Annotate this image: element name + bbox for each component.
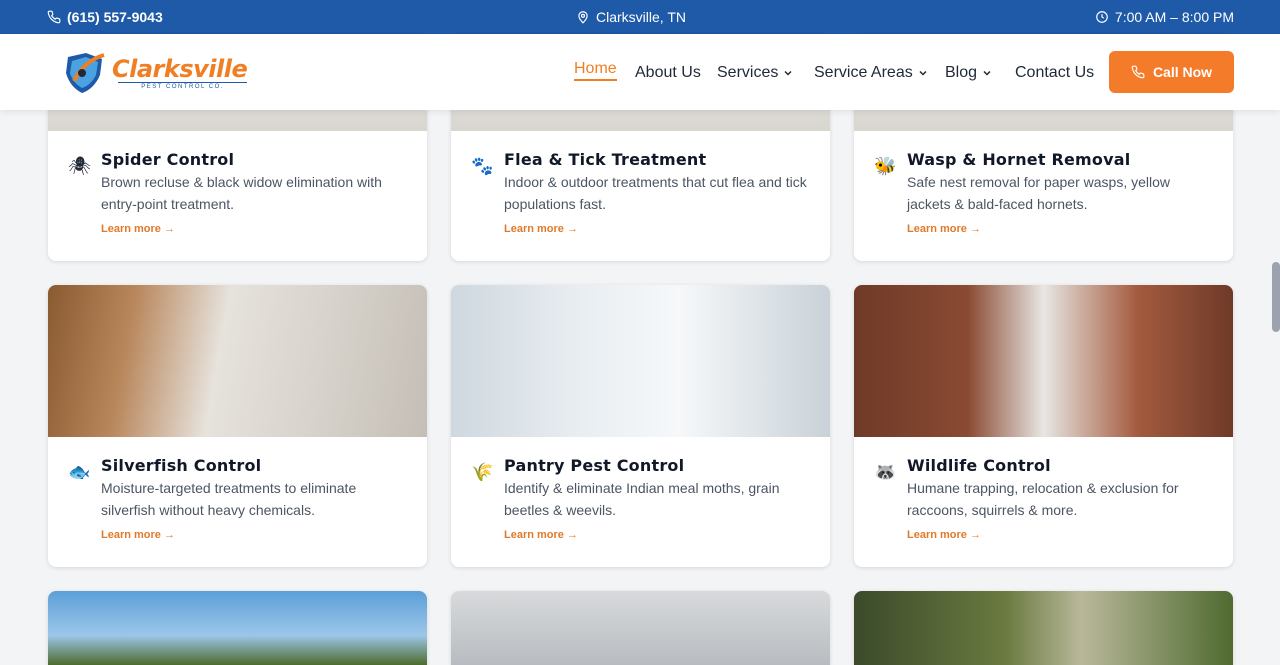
nav-contact-us-label[interactable]: Contact Us	[1015, 64, 1094, 82]
clock-icon	[1096, 11, 1108, 23]
phone-link[interactable]: (615) 557-9043	[47, 0, 163, 34]
nav-blog-label[interactable]: Blog	[945, 64, 977, 82]
chevron-down-icon	[784, 70, 792, 76]
card-title: Flea & Tick Treatment	[504, 150, 707, 169]
scrollbar-thumb[interactable]	[1272, 262, 1280, 332]
service-image	[451, 285, 830, 437]
service-card[interactable]	[451, 591, 830, 665]
call-now-button[interactable]: Call Now	[1109, 51, 1234, 93]
card-title: Spider Control	[101, 150, 235, 169]
spider-icon: 🕷	[68, 156, 91, 176]
service-card-wildlife[interactable]: 🦝 Wildlife Control Humane trapping, relo…	[854, 285, 1233, 567]
logo-subtitle: PEST CONTROL CO.	[118, 82, 248, 90]
site-logo[interactable]: Clarksville PEST CONTROL CO.	[60, 51, 248, 95]
phone-number[interactable]: (615) 557-9043	[67, 9, 163, 25]
nav-contact-us[interactable]: Contact Us	[1015, 63, 1094, 83]
service-card-silverfish[interactable]: 🐟 Silverfish Control Moisture-targeted t…	[48, 285, 427, 567]
grain-icon: 🌾	[471, 462, 494, 482]
phone-icon	[1131, 65, 1145, 79]
business-hours: 7:00 AM – 8:00 PM	[1095, 0, 1234, 34]
nav-blog[interactable]: Blog	[945, 63, 992, 83]
card-description: Humane trapping, relocation & exclusion …	[907, 480, 1179, 518]
card-description: Brown recluse & black widow elimination …	[101, 174, 382, 212]
nav-service-areas[interactable]: Service Areas	[814, 63, 928, 83]
nav-services[interactable]: Services	[717, 63, 793, 83]
service-card-pantry-pest[interactable]: 🌾 Pantry Pest Control Identify & elimina…	[451, 285, 830, 567]
map-pin-icon	[578, 11, 588, 24]
service-card[interactable]	[48, 591, 427, 665]
card-description: Indoor & outdoor treatments that cut fle…	[504, 174, 807, 212]
service-image	[48, 285, 427, 437]
bee-icon: 🐝	[874, 156, 897, 176]
location: Clarksville, TN	[576, 0, 686, 34]
card-title: Wildlife Control	[907, 456, 1051, 475]
nav-services-label[interactable]: Services	[717, 64, 778, 82]
card-title: Silverfish Control	[101, 456, 262, 475]
nav-home-label[interactable]: Home	[574, 60, 617, 78]
learn-more-link[interactable]: Learn more →	[504, 529, 578, 541]
location-text: Clarksville, TN	[596, 9, 686, 25]
service-image	[451, 591, 830, 665]
learn-more-link[interactable]: Learn more →	[907, 223, 981, 235]
chevron-down-icon	[919, 70, 927, 76]
learn-more-link[interactable]: Learn more →	[101, 223, 175, 235]
learn-more-link[interactable]: Learn more →	[101, 529, 175, 541]
paw-icon: 🐾	[471, 156, 494, 176]
call-now-label[interactable]: Call Now	[1153, 64, 1212, 80]
hours-text: 7:00 AM – 8:00 PM	[1114, 9, 1234, 25]
main-navigation: Clarksville PEST CONTROL CO. Home About …	[0, 34, 1280, 110]
service-image	[854, 591, 1233, 665]
learn-more-link[interactable]: Learn more →	[907, 529, 981, 541]
nav-service-areas-label[interactable]: Service Areas	[814, 64, 913, 82]
fish-icon: 🐟	[68, 462, 91, 482]
logo-wordmark: Clarksville	[112, 55, 248, 83]
card-description: Identify & eliminate Indian meal moths, …	[504, 480, 780, 518]
nav-about-us[interactable]: About Us	[635, 63, 701, 83]
service-image	[854, 285, 1233, 437]
nav-about-us-label[interactable]: About Us	[635, 64, 701, 82]
card-description: Moisture-targeted treatments to eliminat…	[101, 480, 357, 518]
learn-more-link[interactable]: Learn more →	[504, 223, 578, 235]
top-info-bar: (615) 557-9043 Clarksville, TN 7:00 AM –…	[0, 0, 1280, 34]
chevron-down-icon	[983, 70, 991, 76]
card-description: Safe nest removal for paper wasps, yello…	[907, 174, 1171, 212]
nav-home[interactable]: Home	[574, 60, 617, 81]
raccoon-icon: 🦝	[874, 462, 897, 482]
card-title: Pantry Pest Control	[504, 456, 685, 475]
card-title: Wasp & Hornet Removal	[907, 150, 1131, 169]
phone-icon	[47, 10, 61, 24]
service-image	[48, 591, 427, 665]
service-card[interactable]	[854, 591, 1233, 665]
shield-logo-icon	[66, 53, 105, 93]
